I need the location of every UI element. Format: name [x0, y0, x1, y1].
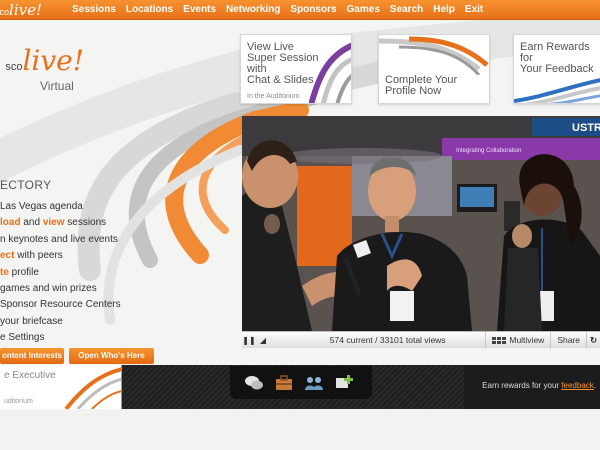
- volume-icon[interactable]: ◢: [256, 332, 270, 349]
- icon-tray-area: [122, 365, 464, 409]
- open-whos-here-button[interactable]: Open Who's Here: [69, 348, 154, 364]
- nav-games[interactable]: Games: [347, 0, 380, 20]
- directory-item-highlight: view: [42, 217, 65, 229]
- nav-help[interactable]: Help: [433, 0, 455, 20]
- directory-item-text: and: [20, 217, 43, 229]
- quick-icon-tray: [230, 366, 372, 399]
- pause-icon[interactable]: ❚❚: [242, 332, 256, 349]
- logo-prefix: sco: [5, 61, 23, 73]
- directory-item[interactable]: ect with peers: [0, 248, 140, 264]
- directory-item[interactable]: load and view sessions: [0, 215, 140, 231]
- bottom-toolbar: e Executive uditorium Earn rewards for y…: [0, 365, 600, 409]
- promo-swoosh-icon: [514, 78, 600, 103]
- nav-events[interactable]: Events: [183, 0, 216, 20]
- promo-super-session[interactable]: View Live Super Session with Chat & Slid…: [240, 34, 352, 104]
- directory-item[interactable]: Sponsor Resource Centers: [0, 297, 140, 313]
- logo-name: live!: [22, 44, 84, 77]
- directory-item-text: Sponsor Resource Centers: [0, 299, 121, 311]
- directory-item-text: your briefcase: [0, 315, 63, 327]
- brand-prefix: co: [0, 7, 10, 17]
- add-contact-icon[interactable]: [334, 374, 354, 392]
- promo-swoosh-icon: [64, 367, 121, 409]
- logo-subtitle: Virtual: [40, 79, 74, 93]
- directory-item[interactable]: n keynotes and live events: [0, 232, 140, 248]
- directory-item-text: e Settings: [0, 332, 45, 344]
- directory-item-text: with peers: [14, 250, 63, 262]
- people-icon[interactable]: [304, 374, 324, 392]
- page-footer-area: [0, 409, 600, 450]
- nav-networking[interactable]: Networking: [226, 0, 280, 20]
- feedback-period: .: [593, 381, 596, 390]
- directory-item[interactable]: Las Vegas agenda: [0, 199, 140, 215]
- auditorium-promo[interactable]: e Executive uditorium: [0, 365, 122, 409]
- share-button[interactable]: Share: [550, 331, 586, 349]
- promo-swoosh-icon: [309, 42, 351, 103]
- directory-item-text: profile: [8, 266, 39, 278]
- directory-panel: ECTORY Las Vegas agenda load and view ses…: [0, 178, 140, 347]
- directory-item-text: n keynotes and live events: [0, 233, 118, 245]
- nav-exit[interactable]: Exit: [465, 0, 483, 20]
- brand-logo: colive!: [0, 1, 44, 19]
- promo-subtitle: In the Auditorium: [247, 93, 300, 100]
- cisco-live-virtual-logo: scolive! Virtual: [0, 44, 90, 100]
- directory-item[interactable]: e Settings: [0, 330, 140, 346]
- feedback-link[interactable]: feedback: [561, 381, 593, 390]
- feedback-area: Earn rewards for your feedback.: [464, 365, 600, 409]
- promo-title: Complete Your Profile Now: [385, 74, 458, 97]
- promo-title: Earn Rewards for Your Feedback: [520, 41, 594, 75]
- refresh-icon[interactable]: ↻: [586, 331, 600, 349]
- multiview-button[interactable]: Multiview: [485, 331, 550, 349]
- nav-sponsors[interactable]: Sponsors: [290, 0, 336, 20]
- directory-item-highlight: ect: [0, 250, 15, 262]
- directory-item-text: Las Vegas agenda: [0, 201, 83, 212]
- promo-earn-rewards[interactable]: Earn Rewards for Your Feedback: [513, 34, 600, 104]
- main-nav: Sessions Locations Events Networking Spo…: [72, 0, 483, 20]
- app-window: colive! Sessions Locations Events Networ…: [0, 0, 600, 450]
- feedback-text: Earn rewards for your feedback.: [482, 381, 596, 390]
- briefcase-icon[interactable]: [274, 374, 294, 392]
- directory-item[interactable]: games and win prizes: [0, 281, 140, 297]
- promo-swoosh-icon: [379, 36, 489, 75]
- directory-title: ECTORY: [0, 178, 52, 192]
- directory-item-highlight: te: [0, 266, 9, 278]
- directory-item[interactable]: te profile: [0, 265, 140, 281]
- content-interests-button[interactable]: ontent Interests: [0, 348, 64, 364]
- auditorium-sub: uditorium: [4, 398, 33, 405]
- nav-search[interactable]: Search: [390, 0, 423, 20]
- brand-name: live!: [9, 1, 42, 19]
- directory-item-text: sessions: [64, 217, 107, 229]
- video-player[interactable]: USTRE Integrating Collaboration: [242, 116, 600, 331]
- chat-bubbles-icon[interactable]: [244, 374, 264, 392]
- ustream-sign: USTRE: [572, 122, 600, 134]
- nav-locations[interactable]: Locations: [126, 0, 173, 20]
- video-controls: ❚❚ ◢ 574 current / 33101 total views Mul…: [242, 331, 600, 349]
- grid-icon: [492, 336, 507, 344]
- video-frame-image: USTRE Integrating Collaboration: [242, 116, 600, 331]
- promo-title: View Live Super Session with Chat & Slid…: [247, 41, 319, 86]
- directory-item-text: games and win prizes: [0, 282, 97, 294]
- directory-item[interactable]: your briefcase: [0, 314, 140, 330]
- nav-sessions[interactable]: Sessions: [72, 0, 116, 20]
- auditorium-title: e Executive: [4, 370, 56, 381]
- top-nav-bar: colive! Sessions Locations Events Networ…: [0, 0, 600, 20]
- feedback-label: Earn rewards for your: [482, 381, 562, 390]
- booth-banner: Integrating Collaboration: [456, 148, 521, 154]
- directory-item-highlight: load: [0, 217, 21, 229]
- multiview-label: Multiview: [509, 335, 545, 345]
- promo-complete-profile[interactable]: Complete Your Profile Now: [378, 34, 490, 104]
- view-count: 574 current / 33101 total views: [329, 335, 446, 345]
- directory-list: Las Vegas agenda load and view sessions n …: [0, 199, 140, 347]
